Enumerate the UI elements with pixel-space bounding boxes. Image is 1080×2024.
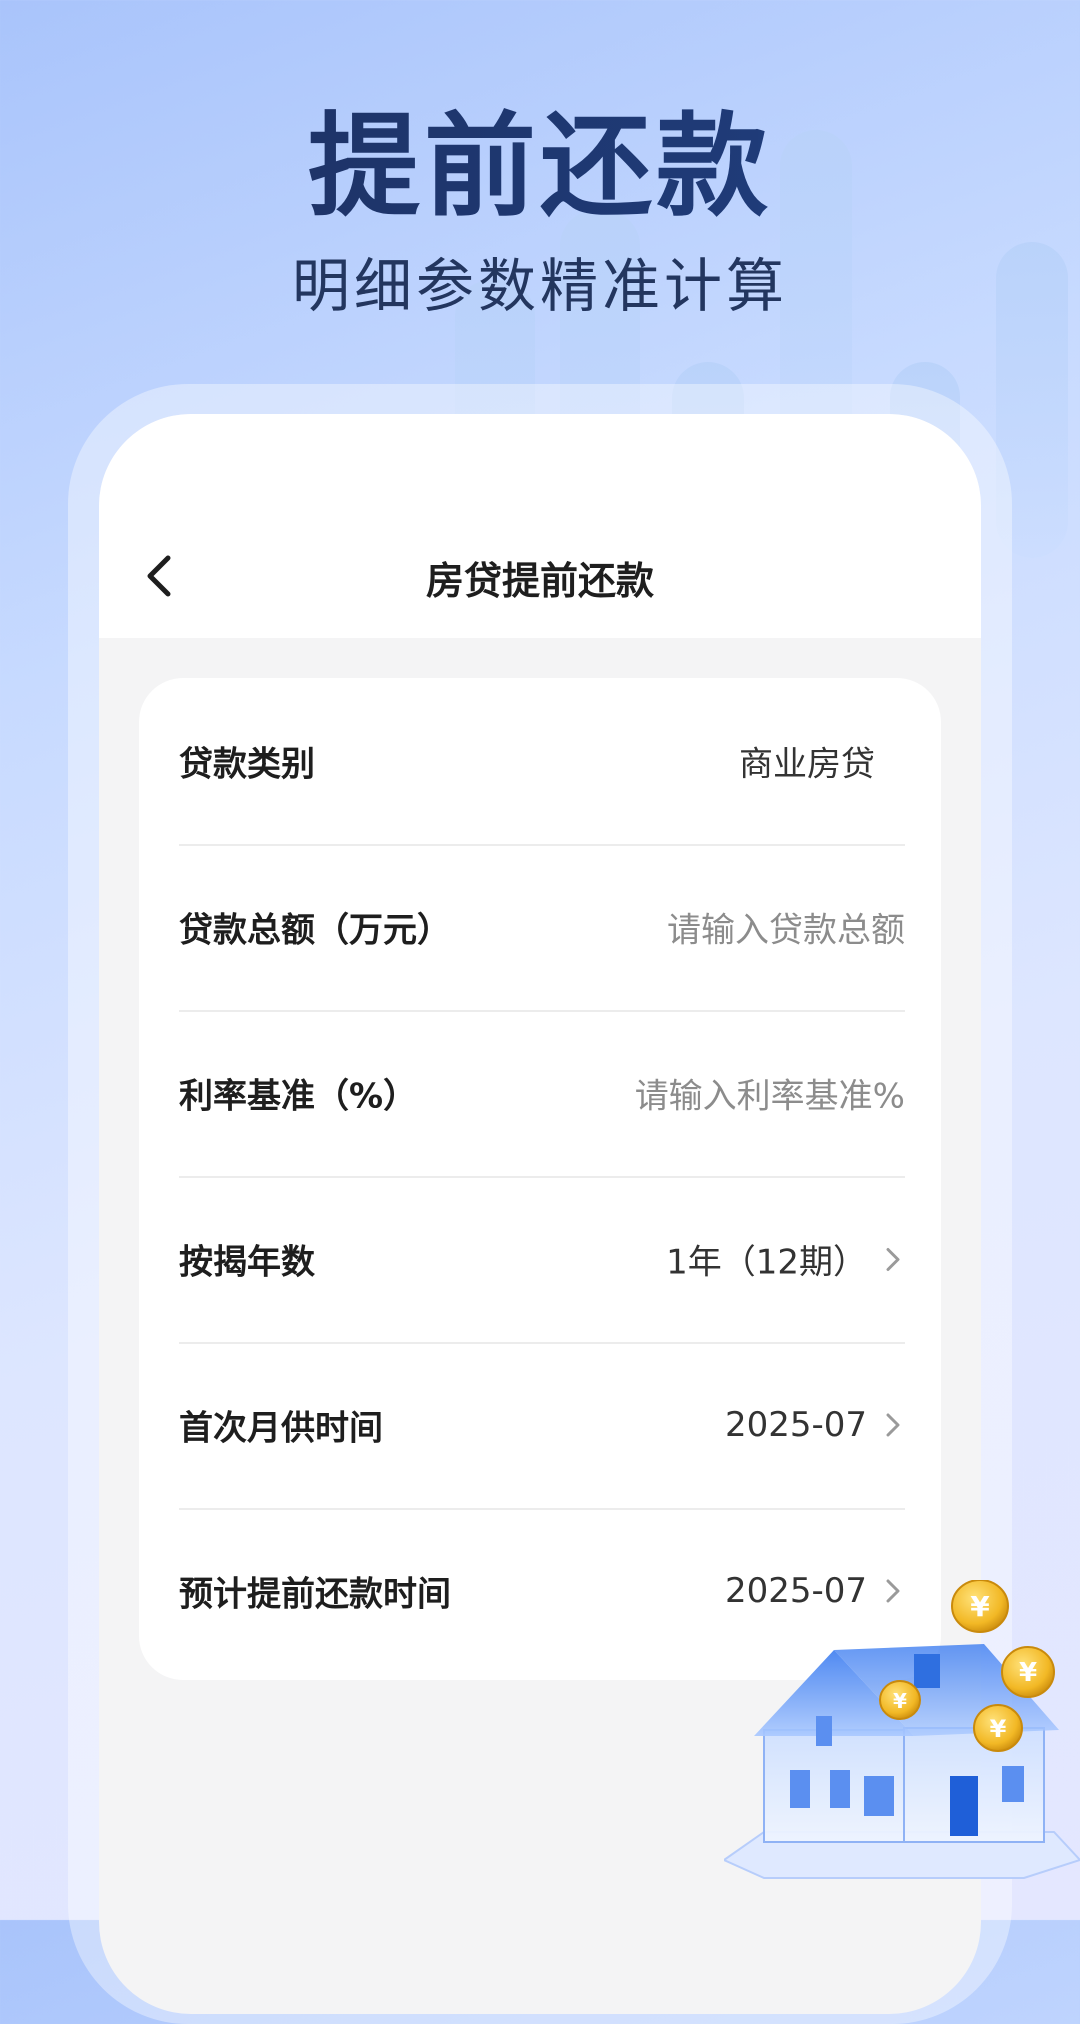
house-with-coins-icon: ¥ ¥ ¥ ¥ <box>724 1580 1080 1879</box>
loan-type-value[interactable]: 商业房贷 <box>739 737 905 786</box>
loan-amount-input[interactable]: 请输入贷款总额 <box>667 903 905 952</box>
form-row-loan-type[interactable]: 贷款类别 商业房贷 <box>179 678 905 846</box>
first-payment-picker[interactable]: 2025-07 <box>725 1405 905 1445</box>
hero-title: 提前还款 <box>0 100 1080 234</box>
page-title: 房贷提前还款 <box>425 559 654 603</box>
loan-amount-label: 贷款总额（万元） <box>179 910 451 951</box>
chevron-right-icon <box>886 1413 900 1437</box>
coin-icon: ¥ <box>1001 1646 1055 1698</box>
loan-amount-placeholder: 请输入贷款总额 <box>667 910 905 951</box>
svg-text:¥: ¥ <box>990 1715 1007 1743</box>
first-payment-value: 2025-07 <box>724 1405 867 1445</box>
loan-type-value-text: 商业房贷 <box>739 744 875 785</box>
interest-rate-placeholder: 请输入利率基准% <box>634 1076 905 1117</box>
form-card: 贷款类别 商业房贷 贷款总额（万元） 请输入贷款总额 利率基准（%） 请输入利率… <box>139 678 941 1680</box>
first-payment-label: 首次月供时间 <box>179 1408 383 1449</box>
mortgage-years-picker[interactable]: 1年（12期） <box>666 1235 905 1284</box>
interest-rate-label: 利率基准（%） <box>179 1076 418 1117</box>
coin-icon: ¥ <box>973 1704 1023 1752</box>
svg-text:¥: ¥ <box>893 1689 907 1713</box>
coin-icon: ¥ <box>879 1680 921 1720</box>
coin-icon: ¥ <box>951 1580 1009 1633</box>
interest-rate-input[interactable]: 请输入利率基准% <box>635 1069 905 1118</box>
form-row-mortgage-years[interactable]: 按揭年数 1年（12期） <box>179 1176 905 1344</box>
mortgage-years-label: 按揭年数 <box>179 1242 315 1283</box>
form-row-loan-amount[interactable]: 贷款总额（万元） 请输入贷款总额 <box>179 844 905 1012</box>
svg-text:¥: ¥ <box>1019 1658 1037 1688</box>
hero-subtitle: 明细参数精准计算 <box>291 252 788 320</box>
form-row-first-payment[interactable]: 首次月供时间 2025-07 <box>179 1342 905 1510</box>
prepayment-time-label: 预计提前还款时间 <box>179 1574 451 1615</box>
mortgage-years-value: 1年（12期） <box>666 1242 867 1283</box>
form-row-interest-rate[interactable]: 利率基准（%） 请输入利率基准% <box>179 1010 905 1178</box>
nav-bar: 房贷提前还款 <box>99 414 981 638</box>
chevron-right-icon <box>886 1247 900 1271</box>
svg-text:¥: ¥ <box>970 1590 990 1623</box>
loan-type-label: 贷款类别 <box>179 744 315 785</box>
